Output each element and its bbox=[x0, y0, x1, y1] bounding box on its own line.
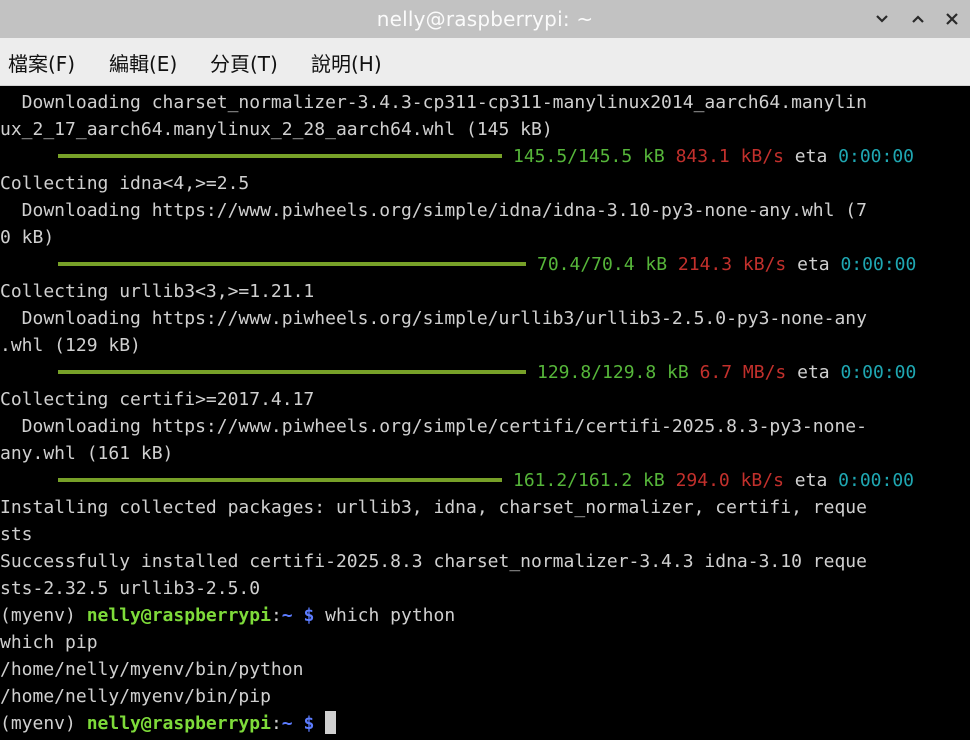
terminal-line: /home/nelly/myenv/bin/python bbox=[0, 659, 304, 680]
terminal-line: .whl (129 kB) bbox=[0, 335, 141, 356]
progress-size: 161.2/161.2 kB bbox=[513, 470, 665, 491]
prompt-user: nelly@raspberrypi bbox=[86, 713, 271, 734]
terminal-line: Installing collected packages: urllib3, … bbox=[0, 497, 867, 518]
progress-speed: 294.0 kB/s bbox=[675, 470, 784, 491]
prompt-input bbox=[314, 713, 325, 734]
progress-stats: 145.5/145.5 kB 843.1 kB/s eta 0:00:00 bbox=[513, 143, 914, 170]
progress-eta: 0:00:00 bbox=[840, 362, 917, 383]
prompt-dollar: $ bbox=[292, 713, 315, 734]
terminal-line: which pip bbox=[0, 632, 98, 653]
terminal-line: ux_2_17_aarch64.manylinux_2_28_aarch64.w… bbox=[0, 119, 553, 140]
progress-bar bbox=[58, 154, 502, 158]
progress-size: 129.8/129.8 kB bbox=[537, 362, 689, 383]
maximize-button[interactable] bbox=[907, 8, 929, 30]
terminal-line: Downloading https://www.piwheels.org/sim… bbox=[0, 308, 867, 329]
menu-help[interactable]: 說明(H) bbox=[311, 48, 382, 77]
terminal-line: any.whl (161 kB) bbox=[0, 443, 174, 464]
menu-bar: 檔案(F) 編輯(E) 分頁(T) 說明(H) bbox=[0, 38, 970, 86]
terminal-line: sts-2.32.5 urllib3-2.5.0 bbox=[0, 578, 261, 599]
progress-eta: 0:00:00 bbox=[840, 254, 917, 275]
progress-eta: 0:00:00 bbox=[838, 470, 914, 491]
terminal-output[interactable]: Downloading charset_normalizer-3.4.3-cp3… bbox=[0, 86, 970, 740]
progress-stats: 161.2/161.2 kB 294.0 kB/s eta 0:00:00 bbox=[513, 467, 914, 494]
progress-bar bbox=[58, 478, 502, 482]
progress-eta-label: eta bbox=[797, 362, 830, 383]
chevron-down-icon bbox=[876, 15, 888, 23]
terminal-line: /home/nelly/myenv/bin/pip bbox=[0, 686, 271, 707]
chevron-up-icon bbox=[912, 15, 924, 23]
progress-speed: 6.7 MB/s bbox=[699, 362, 787, 383]
prompt-dollar: $ bbox=[292, 605, 315, 626]
close-icon bbox=[946, 13, 958, 25]
close-button[interactable] bbox=[941, 8, 963, 30]
progress-size: 145.5/145.5 kB bbox=[513, 146, 665, 167]
menu-edit[interactable]: 編輯(E) bbox=[109, 48, 177, 77]
progress-eta: 0:00:00 bbox=[838, 146, 914, 167]
terminal-line: Successfully installed certifi-2025.8.3 … bbox=[0, 551, 867, 572]
terminal-line: Collecting idna<4,>=2.5 bbox=[0, 173, 250, 194]
text-cursor bbox=[325, 711, 337, 734]
prompt-line[interactable]: (myenv) nelly@raspberrypi:~ $ bbox=[0, 710, 337, 737]
title-bar[interactable]: nelly@raspberrypi: ~ bbox=[0, 0, 970, 38]
progress-speed: 214.3 kB/s bbox=[677, 254, 787, 275]
prompt-path: ~ bbox=[281, 713, 293, 734]
prompt-command: which python bbox=[314, 605, 456, 626]
progress-stats: 129.8/129.8 kB 6.7 MB/s eta 0:00:00 bbox=[537, 359, 916, 386]
prompt-line: (myenv) nelly@raspberrypi:~ $ which pyth… bbox=[0, 602, 455, 629]
progress-eta-label: eta bbox=[794, 470, 828, 491]
terminal-line: Downloading https://www.piwheels.org/sim… bbox=[0, 200, 867, 221]
terminal-line: Collecting urllib3<3,>=1.21.1 bbox=[0, 281, 315, 302]
minimize-button[interactable] bbox=[871, 8, 893, 30]
progress-size: 70.4/70.4 kB bbox=[537, 254, 668, 275]
progress-stats: 70.4/70.4 kB 214.3 kB/s eta 0:00:00 bbox=[537, 251, 916, 278]
prompt-colon: : bbox=[270, 605, 282, 626]
terminal-line: sts bbox=[0, 524, 33, 545]
progress-bar bbox=[58, 262, 526, 266]
window-title: nelly@raspberrypi: ~ bbox=[376, 7, 594, 31]
prompt-path: ~ bbox=[281, 605, 293, 626]
prompt-colon: : bbox=[270, 713, 282, 734]
terminal-line: 0 kB) bbox=[0, 227, 55, 248]
progress-eta-label: eta bbox=[794, 146, 828, 167]
prompt-env: (myenv) bbox=[0, 605, 87, 626]
terminal-line: Downloading https://www.piwheels.org/sim… bbox=[0, 416, 867, 437]
terminal-line: Downloading charset_normalizer-3.4.3-cp3… bbox=[0, 92, 867, 113]
progress-speed: 843.1 kB/s bbox=[675, 146, 784, 167]
menu-file[interactable]: 檔案(F) bbox=[8, 48, 75, 77]
progress-eta-label: eta bbox=[797, 254, 830, 275]
terminal-line: Collecting certifi>=2017.4.17 bbox=[0, 389, 315, 410]
menu-tabs[interactable]: 分頁(T) bbox=[210, 48, 278, 77]
prompt-env: (myenv) bbox=[0, 713, 87, 734]
progress-bar bbox=[58, 370, 526, 374]
prompt-user: nelly@raspberrypi bbox=[86, 605, 271, 626]
